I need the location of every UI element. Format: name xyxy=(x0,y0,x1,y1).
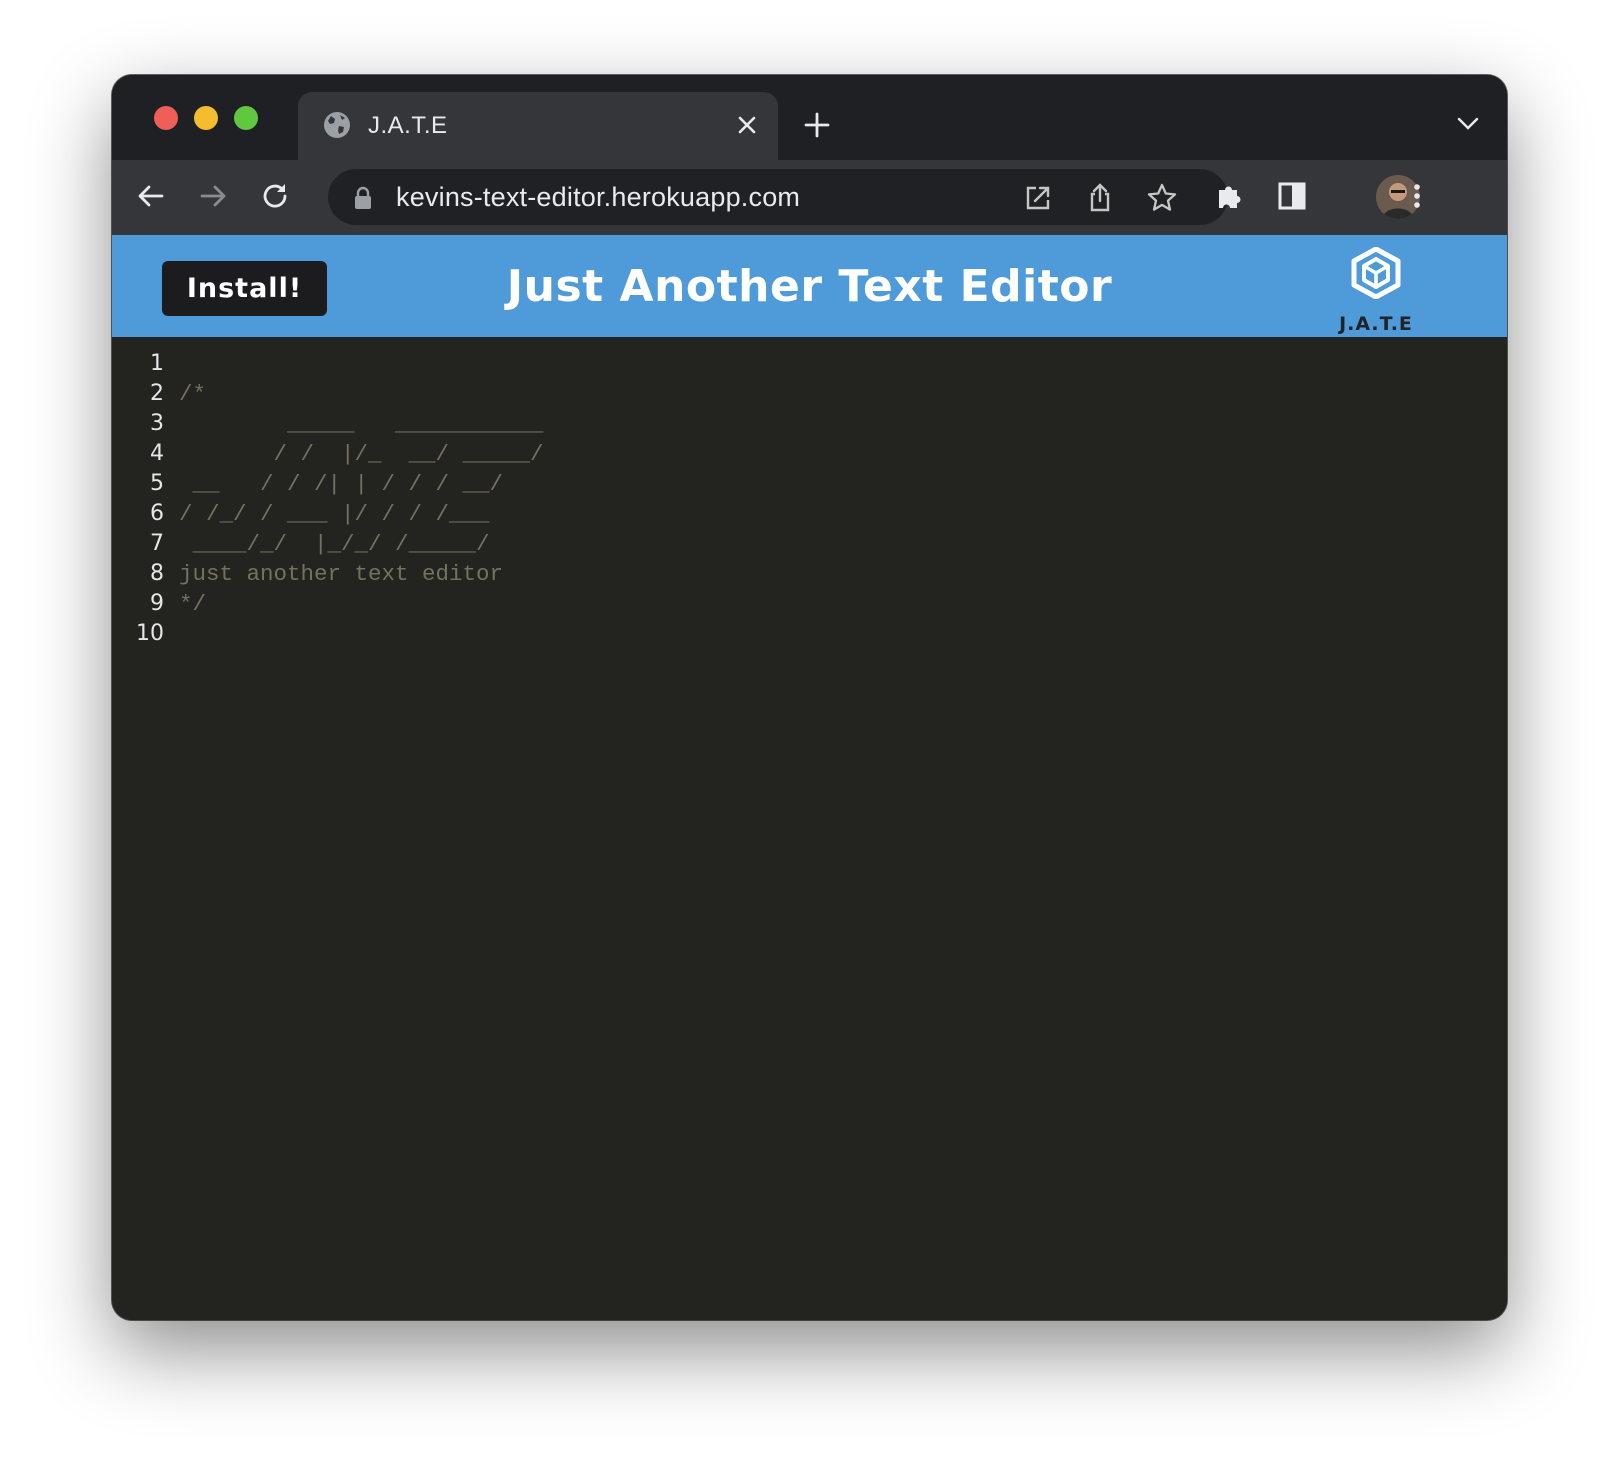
code-line[interactable]: */ xyxy=(179,589,544,619)
kebab-menu-icon[interactable] xyxy=(1400,179,1434,213)
chevron-down-icon[interactable] xyxy=(1455,113,1481,133)
close-icon[interactable] xyxy=(734,112,760,138)
code-content[interactable]: /* _____ ___________ / / |/_ __/ _____/ … xyxy=(179,349,544,649)
line-number: 6 xyxy=(150,501,164,526)
tab-active[interactable]: J.A.T.E xyxy=(298,92,778,160)
bookmark-star-icon[interactable] xyxy=(1146,182,1178,214)
tab-title: J.A.T.E xyxy=(368,112,448,139)
line-number: 5 xyxy=(150,471,164,496)
new-tab-icon[interactable] xyxy=(802,110,832,140)
code-editor[interactable]: 1 2 3 4 5 6 7 8 9 10 /* _____ __________… xyxy=(112,337,1507,1320)
code-line[interactable]: / /_/ / ___ |/ / / /___ xyxy=(179,499,544,529)
code-line[interactable] xyxy=(179,619,544,649)
code-line[interactable]: /* xyxy=(179,379,544,409)
tab-strip: J.A.T.E xyxy=(112,75,1507,160)
line-number: 9 xyxy=(150,591,164,616)
lock-icon[interactable] xyxy=(352,185,374,211)
address-bar[interactable]: kevins-text-editor.herokuapp.com xyxy=(328,169,1228,225)
side-panel-icon[interactable] xyxy=(1275,179,1309,213)
app-header: Install! Just Another Text Editor J.A.T.… xyxy=(112,235,1507,337)
back-arrow-icon[interactable] xyxy=(134,179,168,213)
page-title: Just Another Text Editor xyxy=(506,261,1113,312)
line-number: 3 xyxy=(150,411,164,436)
url-text[interactable]: kevins-text-editor.herokuapp.com xyxy=(396,182,800,213)
code-line[interactable]: __ / / /| | / / / __/ xyxy=(179,469,544,499)
line-number: 4 xyxy=(150,441,164,466)
browser-toolbar: kevins-text-editor.herokuapp.com xyxy=(112,160,1507,235)
reload-icon[interactable] xyxy=(258,179,292,213)
code-line[interactable]: / / |/_ __/ _____/ xyxy=(179,439,544,469)
line-number: 2 xyxy=(150,381,164,406)
line-number: 7 xyxy=(150,531,164,556)
jate-logo-icon xyxy=(1351,247,1401,299)
line-number: 8 xyxy=(150,561,164,586)
code-line[interactable]: just another text editor xyxy=(179,559,544,589)
line-number: 1 xyxy=(150,351,164,376)
line-number-gutter: 1 2 3 4 5 6 7 8 9 10 xyxy=(112,349,164,649)
code-line[interactable] xyxy=(179,349,544,379)
globe-icon xyxy=(324,112,350,138)
code-line[interactable]: _____ ___________ xyxy=(179,409,544,439)
open-in-app-icon[interactable] xyxy=(1022,182,1054,214)
minimize-window-button[interactable] xyxy=(194,106,218,130)
logo-text: J.A.T.E xyxy=(1339,313,1413,335)
share-icon[interactable] xyxy=(1084,182,1116,214)
maximize-window-button[interactable] xyxy=(234,106,258,130)
close-window-button[interactable] xyxy=(154,106,178,130)
line-number: 10 xyxy=(136,621,164,646)
code-line[interactable]: ____/_/ |_/_/ /_____/ xyxy=(179,529,544,559)
extensions-puzzle-icon[interactable] xyxy=(1213,179,1247,213)
browser-window: J.A.T.E kevins-text-editor.herokuapp.com… xyxy=(112,75,1507,1320)
forward-arrow-icon[interactable] xyxy=(196,179,230,213)
